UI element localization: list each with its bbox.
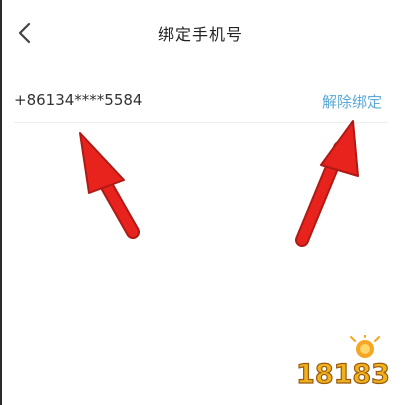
arrow-left-icon <box>79 132 140 239</box>
page-title: 绑定手机号 <box>157 25 243 44</box>
arrow-right-icon <box>295 120 359 247</box>
unbind-button[interactable]: 解除绑定 <box>322 91 382 112</box>
bound-phone-row: +86134****5584 解除绑定 <box>14 80 388 123</box>
nav-bar: 绑定手机号 <box>0 0 401 66</box>
phone-number: +86134****5584 <box>14 91 143 109</box>
watermark-logo: 18183 <box>297 335 389 391</box>
watermark-text: 18183 <box>297 359 389 390</box>
